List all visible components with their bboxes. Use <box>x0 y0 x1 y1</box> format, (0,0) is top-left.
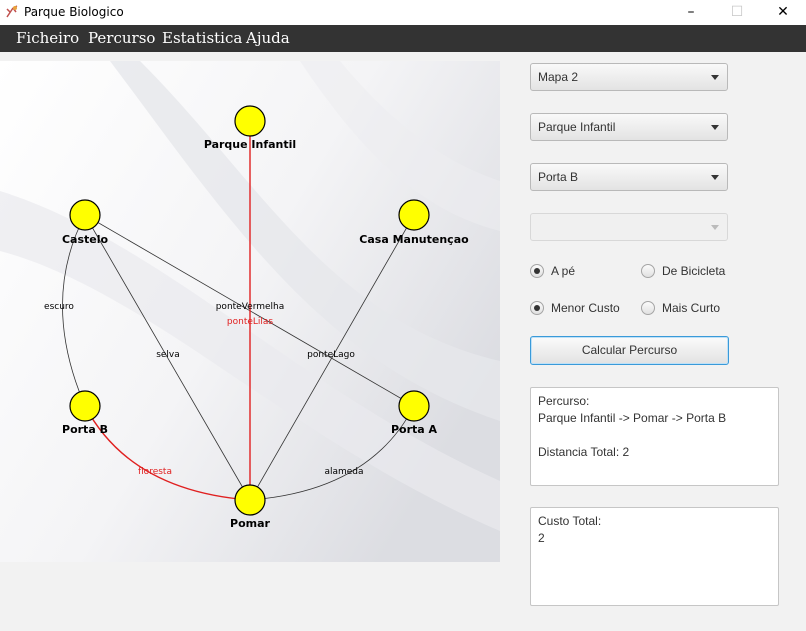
radio-menor-custo-label: Menor Custo <box>551 301 620 315</box>
calculate-route-button[interactable]: Calcular Percurso <box>530 336 729 365</box>
close-button[interactable]: ✕ <box>760 0 806 25</box>
edge-label-alameda: alameda <box>324 467 363 477</box>
node-label-porta-b: Porta B <box>62 423 108 436</box>
edge-label-selva: selva <box>156 350 180 360</box>
map-graph: escuro ponteVermelha ponteLilas selva po… <box>0 61 500 562</box>
route-blank-line <box>538 427 771 444</box>
radio-menor-custo[interactable]: Menor Custo <box>530 300 630 318</box>
chevron-down-icon <box>711 75 719 80</box>
radio-selected-dot <box>534 305 540 311</box>
menu-estatistica[interactable]: Estatistica <box>162 29 242 47</box>
minimize-button[interactable]: – <box>668 0 714 25</box>
menu-ajuda[interactable]: Ajuda <box>246 29 290 47</box>
node-label-castelo: Castelo <box>62 233 109 246</box>
radio-a-pe-label: A pé <box>551 264 576 278</box>
destination-select-value: Porta B <box>538 170 579 184</box>
menu-bar: Ficheiro Percurso Estatistica Ajuda <box>0 25 806 52</box>
cost-value: 2 <box>538 531 545 545</box>
cost-title: Custo Total: <box>538 514 602 528</box>
origin-select[interactable]: Parque Infantil <box>530 113 728 141</box>
extra-select[interactable] <box>530 213 728 241</box>
cost-result-textarea[interactable]: Custo Total: 2 <box>530 507 779 606</box>
radio-circle <box>641 301 655 315</box>
title-bar: Parque Biologico – ☐ ✕ <box>0 0 806 25</box>
chevron-down-icon <box>711 225 719 230</box>
menu-ficheiro[interactable]: Ficheiro <box>16 29 79 47</box>
window-title: Parque Biologico <box>24 5 124 19</box>
route-result-textarea[interactable]: Percurso: Parque Infantil -> Pomar -> Po… <box>530 387 779 486</box>
edge-label-pontelago: ponteLago <box>307 350 355 360</box>
edge-label-escuro: escuro <box>44 302 74 312</box>
destination-select[interactable]: Porta B <box>530 163 728 191</box>
radio-circle <box>530 301 544 315</box>
radio-mais-curto-label: Mais Curto <box>662 301 721 315</box>
edge-label-floresta: floresta <box>138 467 172 477</box>
map-select-value: Mapa 2 <box>538 70 579 84</box>
route-path: Parque Infantil -> Pomar -> Porta B <box>538 411 727 425</box>
radio-de-bicicleta-label: De Bicicleta <box>662 264 726 278</box>
edge-label-pontevermelha: ponteVermelha <box>216 302 285 312</box>
menu-percurso[interactable]: Percurso <box>88 29 155 47</box>
map-select[interactable]: Mapa 2 <box>530 63 728 91</box>
chevron-down-icon <box>711 125 719 130</box>
route-distance: Distancia Total: 2 <box>538 445 630 459</box>
app-icon <box>6 5 18 18</box>
radio-selected-dot <box>534 268 540 274</box>
radio-circle <box>641 264 655 278</box>
node-label-casa-manutencao: Casa Manutençao <box>359 233 469 246</box>
chevron-down-icon <box>711 175 719 180</box>
node-label-porta-a: Porta A <box>391 423 438 436</box>
radio-a-pe[interactable]: A pé <box>530 263 620 281</box>
radio-circle <box>530 264 544 278</box>
map-canvas[interactable]: escuro ponteVermelha ponteLilas selva po… <box>0 61 500 562</box>
route-title: Percurso: <box>538 394 590 408</box>
radio-de-bicicleta[interactable]: De Bicicleta <box>641 263 741 281</box>
origin-select-value: Parque Infantil <box>538 120 616 134</box>
maximize-button[interactable]: ☐ <box>714 0 760 25</box>
radio-mais-curto[interactable]: Mais Curto <box>641 300 741 318</box>
edge-label-pontelilas: ponteLilas <box>227 317 274 327</box>
node-label-pomar: Pomar <box>230 517 271 530</box>
node-label-parque-infantil: Parque Infantil <box>204 138 296 151</box>
